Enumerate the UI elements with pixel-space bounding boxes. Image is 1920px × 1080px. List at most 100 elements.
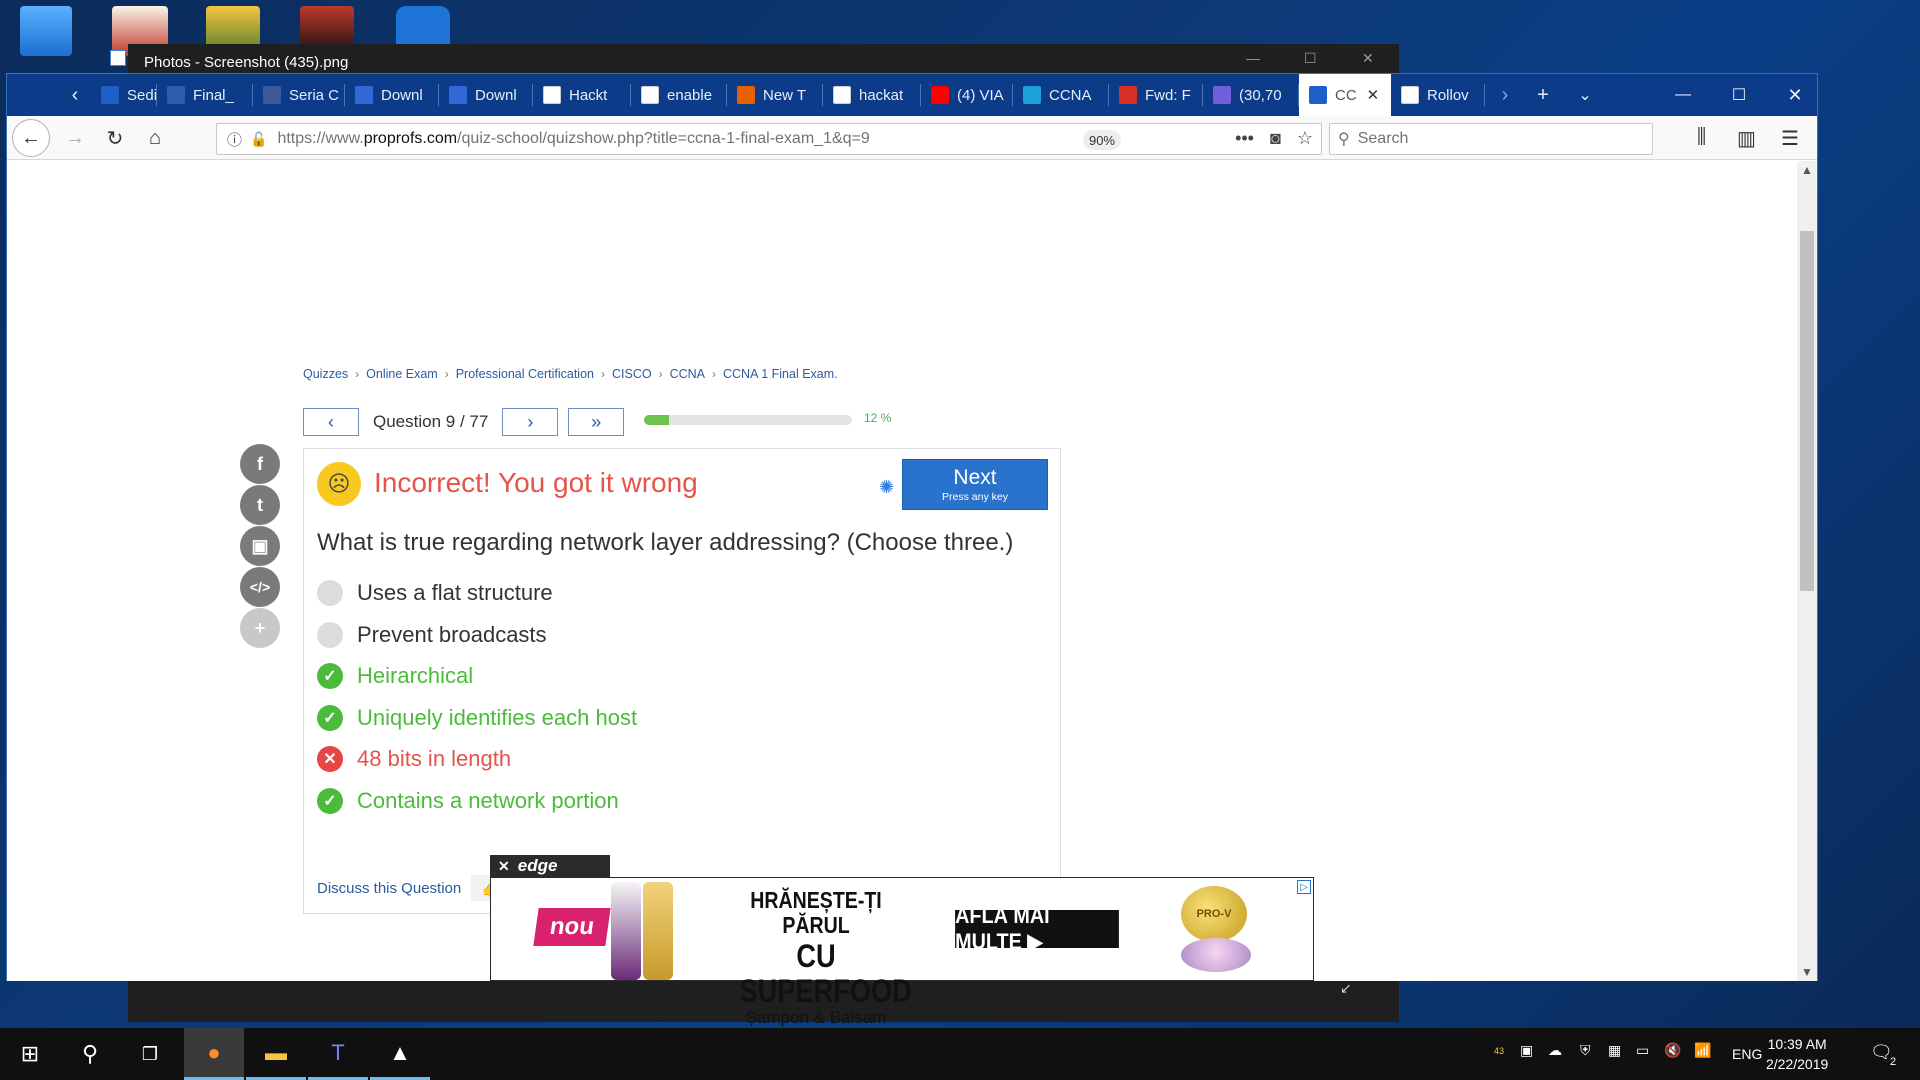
volume-muted-icon[interactable]: 🔇	[1664, 1042, 1681, 1059]
photos-maximize-icon[interactable]: ☐	[1304, 50, 1317, 67]
wifi-icon[interactable]: 📶	[1694, 1042, 1711, 1059]
tab-7[interactable]: New T	[727, 74, 823, 116]
tab-4[interactable]: Downl	[439, 74, 533, 116]
breadcrumb-link[interactable]: Quizzes	[303, 367, 348, 381]
onedrive-tray-icon[interactable]: ☁	[1548, 1042, 1562, 1059]
back-button[interactable]: ←	[12, 119, 50, 157]
answer-option[interactable]: ✓ Uniquely identifies each host	[317, 704, 637, 731]
page-actions-icon[interactable]: •••	[1235, 128, 1254, 149]
answer-option[interactable]: Uses a flat structure	[317, 580, 553, 606]
scroll-down-icon[interactable]: ▼	[1801, 965, 1813, 979]
tab-label: Seria C	[289, 86, 340, 104]
file-explorer-icon[interactable]: ▬	[246, 1028, 306, 1080]
ad-close-icon[interactable]: ✕	[498, 858, 510, 875]
info-icon[interactable]: ⓘ	[227, 129, 242, 150]
tab-13[interactable]: CC ✕	[1299, 74, 1391, 116]
library-icon[interactable]: ⫼	[1697, 126, 1706, 149]
bookmark-star-icon[interactable]: ☆	[1297, 128, 1313, 149]
question-counter: Question 9 / 77	[373, 412, 489, 431]
task-view-icon[interactable]: ❐	[120, 1028, 180, 1080]
diamond-icon	[449, 86, 467, 104]
copy-icon[interactable]: ▣	[240, 526, 280, 566]
scroll-tabs-right-icon[interactable]: ›	[1485, 74, 1525, 116]
new-tab-icon[interactable]: +	[1523, 74, 1563, 116]
embed-code-icon[interactable]: </>	[240, 567, 280, 607]
breadcrumb-link[interactable]: CCNA	[670, 367, 705, 381]
insecure-lock-icon[interactable]: 🔓	[250, 131, 267, 148]
tab-11[interactable]: Fwd: F	[1109, 74, 1203, 116]
google-icon	[833, 86, 851, 104]
prev-question-button[interactable]: ‹	[303, 408, 359, 436]
breadcrumb-link[interactable]: CISCO	[612, 367, 652, 381]
teams-tray-icon[interactable]: ▣	[1520, 1042, 1533, 1059]
next-button[interactable]: Next Press any key	[902, 459, 1048, 510]
answer-option[interactable]: ✓ Heirarchical	[317, 663, 473, 689]
security-tray-icon[interactable]: ⛨	[1580, 1042, 1591, 1059]
pocket-icon[interactable]: ◙	[1270, 128, 1281, 149]
tab-0[interactable]: Sedint	[91, 74, 157, 116]
clock[interactable]: 10:39 AM 2/22/2019	[1766, 1034, 1828, 1074]
next-question-button[interactable]: ›	[502, 408, 559, 436]
tab-9[interactable]: (4) VIA	[921, 74, 1013, 116]
tab-3[interactable]: Downl	[345, 74, 439, 116]
maximize-icon[interactable]: ☐	[1719, 74, 1759, 116]
discuss-link[interactable]: Discuss this Question	[317, 880, 461, 897]
answer-option[interactable]: ✕ 48 bits in length	[317, 746, 511, 772]
ad-info-icon[interactable]: ▷	[1297, 880, 1311, 894]
tab-1[interactable]: Final_	[157, 74, 253, 116]
reload-button[interactable]: ↻	[99, 122, 131, 154]
forward-button[interactable]: →	[59, 122, 91, 154]
dash-icon	[167, 86, 185, 104]
answer-option[interactable]: ✓ Contains a network portion	[317, 787, 619, 814]
next-hint: Press any key	[942, 491, 1008, 503]
firefox-taskbar-icon[interactable]: ●	[184, 1028, 244, 1080]
breadcrumb-link[interactable]: Online Exam	[366, 367, 438, 381]
teams-icon[interactable]: T	[308, 1028, 368, 1080]
facebook-share-icon[interactable]: f	[240, 444, 280, 484]
tab-8[interactable]: hackat	[823, 74, 921, 116]
computer-desktop-icon[interactable]	[20, 6, 72, 56]
photos-close-icon[interactable]: ✕	[1362, 50, 1374, 67]
twitter-share-icon[interactable]: t	[240, 485, 280, 525]
list-tabs-icon[interactable]: ⌄	[1565, 74, 1605, 116]
home-button[interactable]: ⌂	[139, 122, 171, 154]
answer-option[interactable]: Prevent broadcasts	[317, 621, 547, 648]
ad-cta-button[interactable]: AFLĂ MAI MULTE ▶	[955, 903, 1119, 954]
answer-option-label: Contains a network portion	[357, 787, 619, 813]
scroll-thumb[interactable]	[1800, 231, 1814, 591]
search-taskbar-icon[interactable]: ⚲	[60, 1028, 120, 1080]
sidebar-icon[interactable]: ▥	[1737, 126, 1756, 151]
more-share-icon[interactable]: +	[240, 608, 280, 648]
ad-body[interactable]: nou HRĂNEȘTE-ȚI PĂRUL CU SUPERFOOD Șampo…	[490, 877, 1314, 1027]
vertical-scrollbar[interactable]: ▲ ▼	[1797, 161, 1817, 981]
tab-10[interactable]: CCNA	[1013, 74, 1109, 116]
search-bar[interactable]: ⚲ Search	[1329, 123, 1653, 155]
scroll-up-icon[interactable]: ▲	[1801, 163, 1813, 177]
url-bar[interactable]: ⓘ 🔓 https://www.proprofs.com/quiz-school…	[216, 123, 1322, 155]
start-button-icon[interactable]: ⊞	[0, 1028, 60, 1080]
close-tab-icon[interactable]: ✕	[1367, 86, 1380, 104]
zoom-indicator[interactable]: 90%	[1082, 130, 1121, 150]
sad-face-icon: ☹	[317, 462, 361, 506]
progress-bar	[644, 415, 852, 425]
battery-icon[interactable]: ▭	[1636, 1042, 1649, 1059]
minimize-icon[interactable]: —	[1663, 74, 1703, 116]
tab-14[interactable]: Rollov	[1391, 74, 1485, 116]
ad-banner[interactable]: ✕ edge nou HRĂNEȘTE-ȚI PĂRUL CU SUPERFOO…	[490, 855, 1314, 1027]
menu-icon[interactable]: ☰	[1781, 126, 1799, 151]
breadcrumb-link[interactable]: CCNA 1 Final Exam.	[723, 367, 838, 381]
close-window-icon[interactable]: ✕	[1775, 74, 1815, 116]
tab-2[interactable]: Seria C	[253, 74, 345, 116]
tab-12[interactable]: (30,70	[1203, 74, 1299, 116]
last-question-button[interactable]: »	[568, 408, 625, 436]
app-tray-icon[interactable]: ▦	[1608, 1042, 1621, 1059]
photos-minimize-icon[interactable]: —	[1246, 50, 1260, 66]
tab-6[interactable]: enable	[631, 74, 727, 116]
breadcrumb-link[interactable]: Professional Certification	[456, 367, 594, 381]
photos-restore-icon[interactable]: ↙	[1340, 980, 1352, 997]
next-label: Next	[953, 466, 997, 489]
tab-5[interactable]: Hackt	[533, 74, 631, 116]
language-indicator[interactable]: ENG	[1732, 1046, 1762, 1062]
scroll-tabs-left-icon[interactable]: ‹	[55, 74, 95, 116]
photos-taskbar-icon[interactable]: ▲	[370, 1028, 430, 1080]
